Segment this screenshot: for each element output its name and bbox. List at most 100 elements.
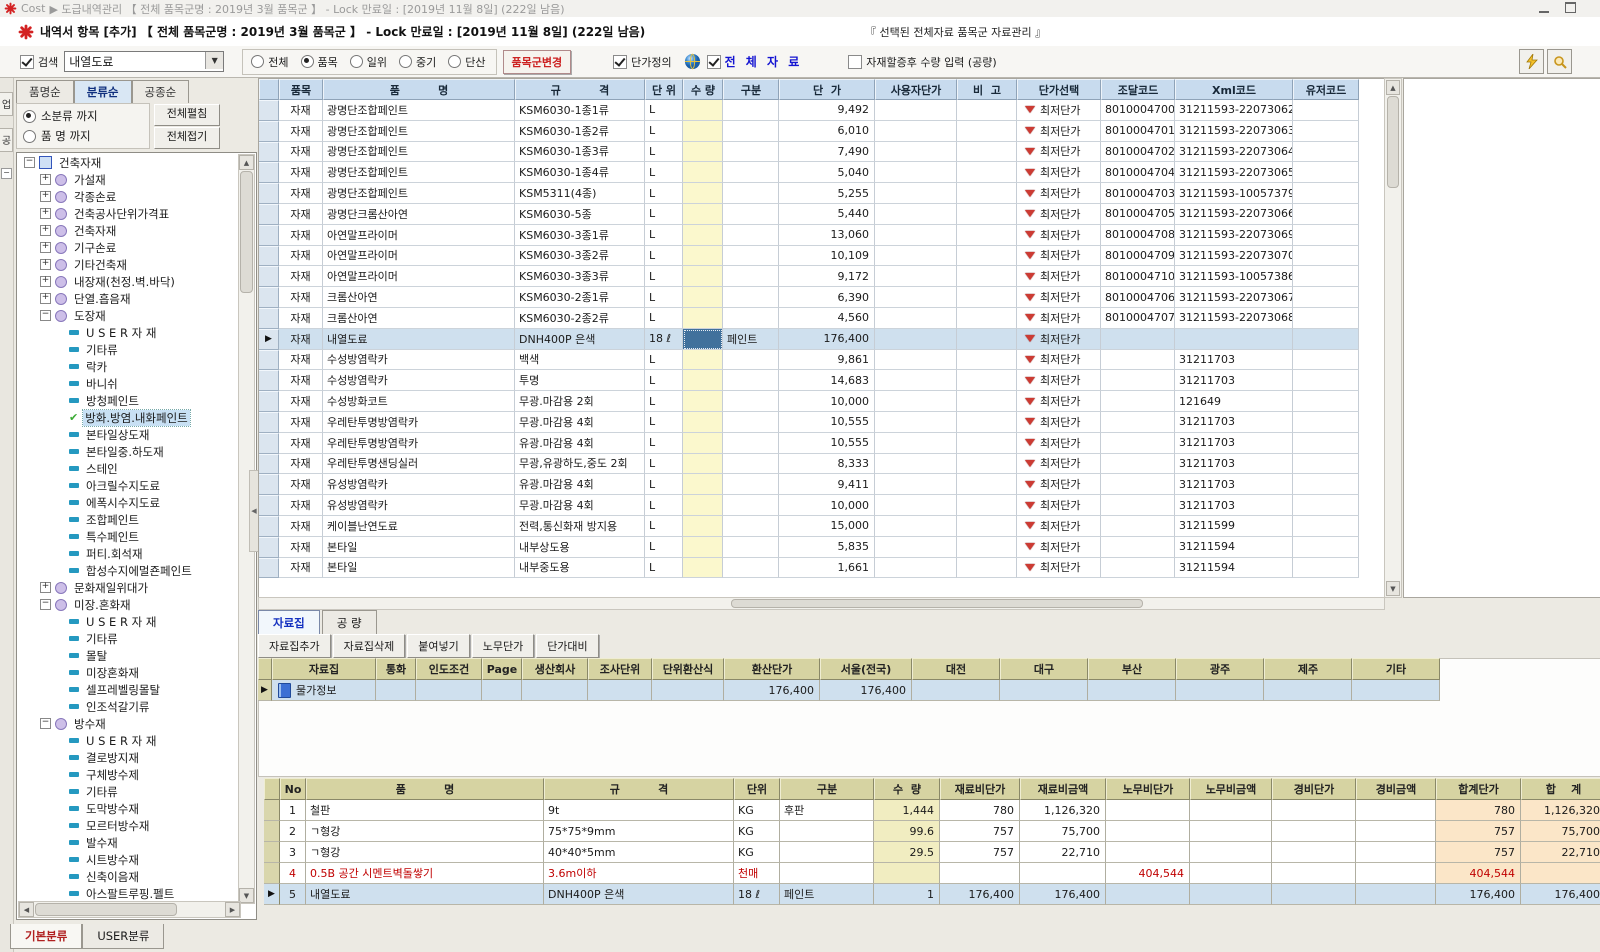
column-header[interactable]: 품목 [279, 79, 323, 100]
cell[interactable]: 자재 [279, 142, 323, 163]
radio-단산[interactable] [448, 55, 461, 68]
table-row[interactable]: 자재수성방염락카백색L9,861최저단가31211703 [259, 350, 1384, 371]
cell[interactable]: 22,710 [1020, 842, 1106, 863]
cell[interactable] [723, 266, 779, 287]
row-marker[interactable] [259, 246, 279, 267]
cell[interactable]: 백색 [515, 350, 645, 371]
cell[interactable] [1293, 329, 1359, 350]
cell[interactable]: 176,400 [1521, 884, 1600, 905]
cell[interactable]: 7,490 [779, 142, 875, 163]
price-dropdown-triangle-icon[interactable] [1025, 564, 1035, 571]
cell[interactable] [1293, 287, 1359, 308]
cell[interactable] [957, 225, 1017, 246]
cell[interactable]: 아연말프라이머 [323, 266, 515, 287]
cell[interactable] [1293, 433, 1359, 454]
cell[interactable] [723, 162, 779, 183]
cell[interactable]: 자재 [279, 516, 323, 537]
cell[interactable]: 10,000 [779, 495, 875, 516]
cell[interactable] [376, 680, 416, 701]
tree-item[interactable]: 아스팔트루핑.펠트 [18, 885, 238, 902]
cell[interactable]: KG [734, 821, 780, 842]
cell[interactable]: 최저단가 [1017, 246, 1101, 267]
cell[interactable]: 31211593-22073062 [1175, 100, 1293, 121]
cell[interactable]: 0.5B 공간 시멘트벽돌쌓기 [306, 863, 544, 884]
cell[interactable] [683, 391, 723, 412]
cell[interactable] [1293, 308, 1359, 329]
cell[interactable]: 최저단가 [1017, 204, 1101, 225]
cell[interactable] [957, 350, 1017, 371]
column-header[interactable]: 노무비금액 [1190, 778, 1272, 800]
cell[interactable]: L [645, 100, 683, 121]
cell[interactable]: 31211593-22073064 [1175, 142, 1293, 163]
tree-item[interactable]: 모르터방수재 [18, 817, 238, 834]
cell[interactable]: KSM6030-3종3류 [515, 266, 645, 287]
row-marker[interactable] [259, 370, 279, 391]
cell[interactable] [875, 204, 957, 225]
cell[interactable] [957, 454, 1017, 475]
cell[interactable]: 무광.마감용 4회 [515, 495, 645, 516]
cell[interactable]: 31211703 [1175, 350, 1293, 371]
cell[interactable]: 자재 [279, 558, 323, 579]
cell[interactable] [1521, 863, 1600, 884]
tree-item[interactable]: U S E R 자 재 [18, 324, 238, 341]
column-header[interactable]: 노무비단가 [1106, 778, 1190, 800]
cell[interactable] [1293, 370, 1359, 391]
cell[interactable]: 3.6m이하 [544, 863, 734, 884]
cell[interactable]: 최저단가 [1017, 225, 1101, 246]
cell[interactable] [723, 183, 779, 204]
tree-item[interactable]: −방수재 [18, 715, 238, 732]
cell[interactable] [1190, 842, 1272, 863]
row-marker[interactable] [259, 558, 279, 579]
cell[interactable]: L [645, 225, 683, 246]
column-header[interactable]: 인도조건 [416, 658, 482, 680]
scroll-up-icon[interactable]: ▲ [1386, 80, 1400, 95]
scroll-left-icon[interactable]: ◀ [19, 902, 34, 917]
cell[interactable]: 176,400 [779, 329, 875, 350]
price-dropdown-triangle-icon[interactable] [1025, 169, 1035, 176]
cell[interactable]: 6,010 [779, 121, 875, 142]
cell[interactable]: 천매 [734, 863, 780, 884]
tree-item[interactable]: −도장재 [18, 307, 238, 324]
column-header[interactable]: 기타 [1352, 658, 1440, 680]
cell[interactable] [875, 454, 957, 475]
cell[interactable]: 내열도료 [306, 884, 544, 905]
cell[interactable]: 5,440 [779, 204, 875, 225]
cell[interactable] [1106, 842, 1190, 863]
cell[interactable] [875, 266, 957, 287]
cell[interactable]: KSM6030-3종1류 [515, 225, 645, 246]
price-dropdown-triangle-icon[interactable] [1025, 460, 1035, 467]
cell[interactable] [723, 142, 779, 163]
cell[interactable] [957, 246, 1017, 267]
cell[interactable]: 광명단조합페인트 [323, 162, 515, 183]
cell[interactable]: KSM6030-1종4류 [515, 162, 645, 183]
table-row[interactable]: 자재광명단조합페인트KSM6030-1종4류L5,040최저단가80100047… [259, 162, 1384, 183]
cell[interactable]: 75*75*9mm [544, 821, 734, 842]
cell[interactable]: 1 [280, 800, 306, 821]
row-marker[interactable] [259, 433, 279, 454]
radio-품목[interactable] [301, 55, 314, 68]
cell[interactable] [683, 412, 723, 433]
cell[interactable]: 80100047051 [1101, 204, 1175, 225]
radio-일위[interactable] [350, 55, 363, 68]
cell[interactable]: 14,683 [779, 370, 875, 391]
cell[interactable] [780, 863, 874, 884]
cell[interactable] [1272, 842, 1356, 863]
cell[interactable]: L [645, 142, 683, 163]
cell[interactable]: L [645, 121, 683, 142]
cell[interactable] [723, 370, 779, 391]
table-row[interactable]: 자재크롬산아연KSM6030-2종1류L6,390최저단가80100047061… [259, 287, 1384, 308]
tree-expander-plus-icon[interactable]: + [40, 276, 51, 287]
tree-expander-plus-icon[interactable]: + [40, 208, 51, 219]
column-header[interactable]: 단 가 [779, 79, 875, 100]
cell[interactable]: 물가정보 [272, 680, 376, 701]
cell[interactable] [875, 308, 957, 329]
cell[interactable]: 유광.마감용 4회 [515, 474, 645, 495]
tree-item[interactable]: 방청페인트 [18, 392, 238, 409]
cell[interactable] [957, 121, 1017, 142]
cell[interactable] [1101, 495, 1175, 516]
cell[interactable]: 6,390 [779, 287, 875, 308]
cell[interactable]: 최저단가 [1017, 162, 1101, 183]
cell[interactable]: 31211703 [1175, 454, 1293, 475]
cell[interactable] [1101, 329, 1175, 350]
column-header[interactable]: 통화 [376, 658, 416, 680]
